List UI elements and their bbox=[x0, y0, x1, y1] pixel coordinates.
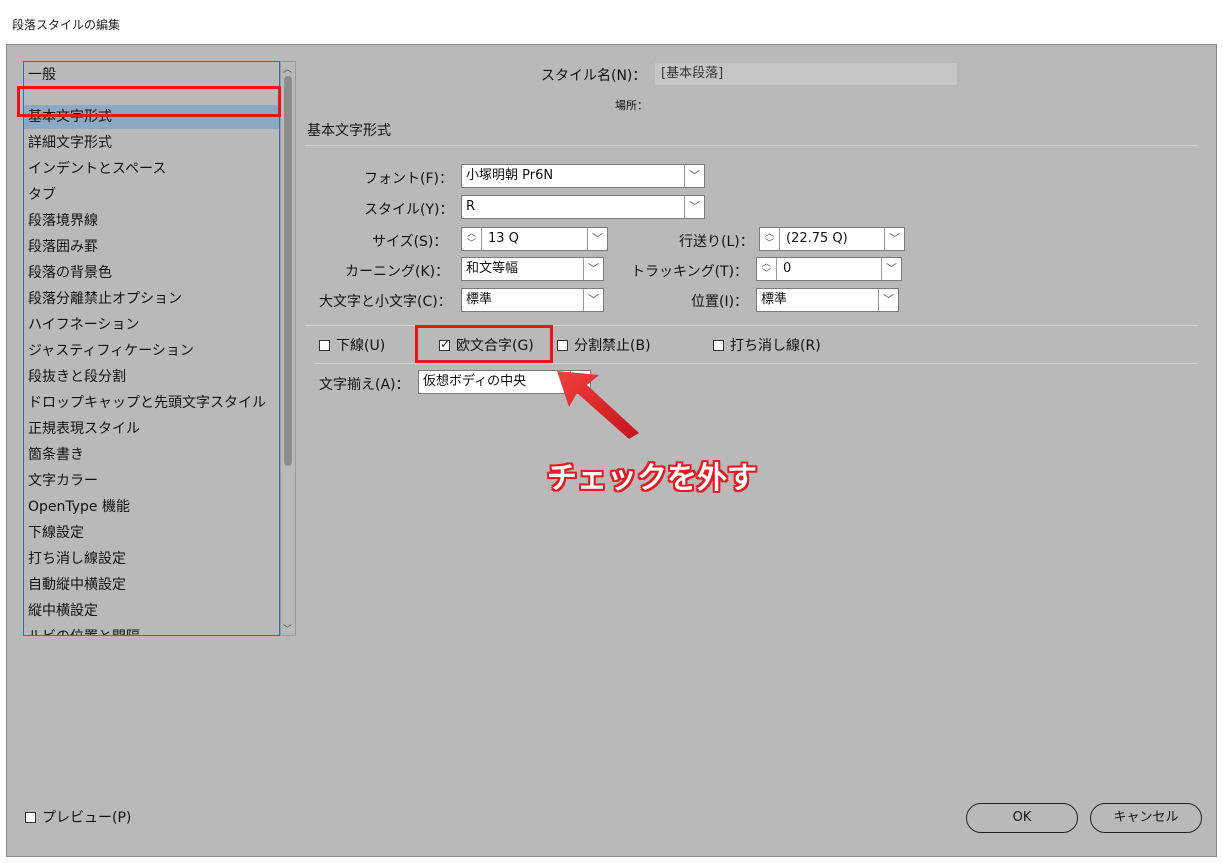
stepper-icon[interactable]: ︿ ﹀ bbox=[760, 228, 780, 250]
size-label: サイズ(S)： bbox=[372, 234, 448, 250]
case-combo[interactable]: 標準 ﹀ bbox=[461, 288, 604, 312]
align-label: 文字揃え(A)： bbox=[319, 377, 410, 393]
font-value: 小塚明朝 Pr6N bbox=[466, 168, 554, 183]
size-combo[interactable]: ︿ ﹀ 13 Q ﹀ bbox=[461, 227, 608, 251]
location-label: 場所： bbox=[615, 99, 648, 112]
style-name-label: スタイル名(N)： bbox=[541, 68, 647, 84]
checkbox-unchecked-icon[interactable] bbox=[713, 340, 724, 351]
chevron-down-icon[interactable]: ﹀ bbox=[684, 165, 704, 187]
category-item[interactable]: 打ち消し線設定 bbox=[28, 547, 279, 571]
kerning-label: カーニング(K)： bbox=[345, 264, 450, 280]
divider bbox=[315, 363, 1197, 364]
category-item[interactable]: 文字カラー bbox=[28, 469, 279, 493]
chevron-down-icon[interactable]: ﹀ bbox=[881, 258, 901, 280]
category-item[interactable]: 下線設定 bbox=[28, 521, 279, 545]
highlight-box-category bbox=[17, 86, 281, 117]
category-item[interactable]: 段落境界線 bbox=[28, 209, 279, 233]
font-label: フォント(F)： bbox=[364, 171, 453, 187]
style-label: スタイル(Y)： bbox=[364, 202, 454, 218]
case-value: 標準 bbox=[466, 292, 493, 307]
underline-label: 下線(U) bbox=[336, 338, 386, 354]
dialog-body: 一般 基本文字形式 詳細文字形式 インデントとスペース タブ 段落境界線 段落囲… bbox=[6, 44, 1217, 857]
category-item[interactable]: 一般 bbox=[28, 63, 279, 87]
stepper-icon[interactable]: ︿ ﹀ bbox=[462, 228, 482, 250]
category-item[interactable]: インデントとスペース bbox=[28, 157, 279, 181]
position-label: 位置(I)： bbox=[691, 294, 749, 310]
divider bbox=[305, 145, 1197, 146]
style-combo[interactable]: R ﹀ bbox=[461, 195, 705, 219]
category-item[interactable]: ハイフネーション bbox=[28, 313, 279, 337]
chevron-down-icon[interactable]: ﹀ bbox=[684, 196, 704, 218]
preview-checkbox[interactable]: プレビュー(P) bbox=[25, 807, 131, 827]
leading-value: (22.75 Q) bbox=[786, 231, 848, 246]
scroll-thumb[interactable] bbox=[284, 76, 292, 466]
position-value: 標準 bbox=[761, 292, 788, 307]
checkbox-unchecked-icon[interactable] bbox=[557, 340, 568, 351]
size-value: 13 Q bbox=[488, 231, 519, 246]
chevron-down-icon[interactable]: ﹀ bbox=[878, 289, 898, 311]
stepper-icon[interactable]: ︿ ﹀ bbox=[757, 258, 777, 280]
category-item[interactable]: 段落分離禁止オプション bbox=[28, 287, 279, 311]
category-item[interactable]: 段落囲み罫 bbox=[28, 235, 279, 259]
annotation-text: チェックを外す bbox=[547, 461, 757, 496]
chevron-down-icon[interactable]: ﹀ bbox=[583, 258, 603, 280]
case-label: 大文字と小文字(C)： bbox=[319, 294, 452, 310]
section-title: 基本文字形式 bbox=[307, 123, 391, 139]
style-name-field[interactable]: [基本段落] bbox=[655, 63, 957, 85]
window-title: 段落スタイルの編集 bbox=[12, 18, 121, 32]
tracking-combo[interactable]: ︿ ﹀ 0 ﹀ bbox=[756, 257, 902, 281]
kerning-combo[interactable]: 和文等幅 ﹀ bbox=[461, 257, 604, 281]
category-item[interactable]: タブ bbox=[28, 183, 279, 207]
strikethrough-checkbox[interactable]: 打ち消し線(R) bbox=[713, 335, 821, 355]
leading-label: 行送り(L)： bbox=[679, 234, 754, 250]
chevron-down-icon[interactable]: ﹀ bbox=[884, 228, 904, 250]
category-item[interactable]: 自動縦中横設定 bbox=[28, 573, 279, 597]
category-item[interactable]: ルビの位置と間隔 bbox=[28, 625, 279, 635]
checkbox-unchecked-icon[interactable] bbox=[25, 812, 36, 823]
preview-label: プレビュー(P) bbox=[42, 810, 132, 826]
category-item[interactable]: 正規表現スタイル bbox=[28, 417, 279, 441]
category-item[interactable]: 段落の背景色 bbox=[28, 261, 279, 285]
title-bar: 段落スタイルの編集 bbox=[0, 0, 1223, 44]
style-value: R bbox=[466, 199, 476, 214]
tracking-label: トラッキング(T)： bbox=[631, 264, 749, 280]
strikethrough-label: 打ち消し線(R) bbox=[730, 338, 821, 354]
no-break-label: 分割禁止(B) bbox=[574, 338, 651, 354]
position-combo[interactable]: 標準 ﹀ bbox=[756, 288, 899, 312]
ok-button[interactable]: OK bbox=[966, 803, 1078, 833]
underline-checkbox[interactable]: 下線(U) bbox=[319, 335, 385, 355]
no-break-checkbox[interactable]: 分割禁止(B) bbox=[557, 335, 651, 355]
leading-combo[interactable]: ︿ ﹀ (22.75 Q) ﹀ bbox=[759, 227, 905, 251]
category-item[interactable]: 箇条書き bbox=[28, 443, 279, 467]
checkbox-unchecked-icon[interactable] bbox=[319, 340, 330, 351]
category-scrollbar[interactable]: ︿ ﹀ bbox=[280, 61, 296, 636]
align-value: 仮想ボディの中央 bbox=[423, 374, 527, 389]
scroll-down-icon[interactable]: ﹀ bbox=[283, 622, 292, 635]
scroll-up-icon[interactable]: ︿ bbox=[283, 62, 292, 75]
font-combo[interactable]: 小塚明朝 Pr6N ﹀ bbox=[461, 164, 705, 188]
category-item[interactable]: ドロップキャップと先頭文字スタイル bbox=[28, 391, 279, 415]
chevron-down-icon[interactable]: ﹀ bbox=[587, 228, 607, 250]
category-item[interactable]: ジャスティフィケーション bbox=[28, 339, 279, 363]
category-item[interactable]: OpenType 機能 bbox=[28, 495, 279, 519]
category-item[interactable]: 詳細文字形式 bbox=[28, 131, 279, 155]
category-item[interactable]: 縦中横設定 bbox=[28, 599, 279, 623]
tracking-value: 0 bbox=[783, 261, 792, 276]
highlight-box-ligature bbox=[415, 325, 553, 363]
chevron-down-icon[interactable]: ﹀ bbox=[583, 289, 603, 311]
cancel-button[interactable]: キャンセル bbox=[1090, 803, 1202, 833]
kerning-value: 和文等幅 bbox=[466, 261, 519, 276]
category-list[interactable]: 一般 基本文字形式 詳細文字形式 インデントとスペース タブ 段落境界線 段落囲… bbox=[23, 61, 280, 636]
category-item[interactable]: 段抜きと段分割 bbox=[28, 365, 279, 389]
annotation-arrow-icon bbox=[557, 371, 639, 439]
